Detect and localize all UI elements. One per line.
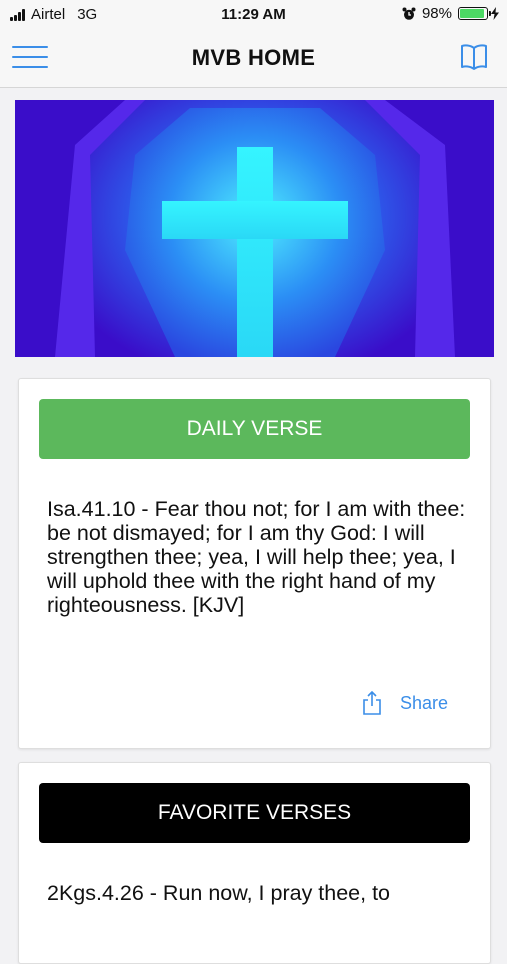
banner-artwork (15, 100, 494, 357)
share-icon (363, 691, 381, 715)
status-bar: Airtel 3G 11:29 AM 98% (0, 0, 507, 32)
daily-verse-text: Isa.41.10 - Fear thou not; for I am with… (47, 497, 466, 617)
page-title: MVB HOME (191, 45, 316, 70)
charging-bolt-icon (491, 7, 499, 20)
share-label: Share (399, 692, 448, 713)
favorite-verse-text: 2Kgs.4.26 - Run now, I pray thee, to (47, 881, 391, 905)
status-right: 98% (402, 5, 499, 22)
share-button[interactable]: Share (362, 691, 448, 715)
battery-percent: 98% (421, 5, 452, 22)
favorite-verses-button[interactable]: FAVORITE VERSES (39, 783, 470, 843)
battery-icon (458, 7, 491, 20)
cross-banner (15, 100, 494, 357)
favorite-verses-card: FAVORITE VERSES 2Kgs.4.26 - Run now, I p… (18, 762, 491, 964)
daily-verse-card: DAILY VERSE Isa.41.10 - Fear thou not; f… (18, 378, 491, 749)
alarm-icon (402, 7, 416, 20)
book-icon[interactable] (459, 43, 489, 71)
daily-verse-button[interactable]: DAILY VERSE (39, 399, 470, 459)
navigation-bar: MVB HOME (0, 32, 507, 88)
